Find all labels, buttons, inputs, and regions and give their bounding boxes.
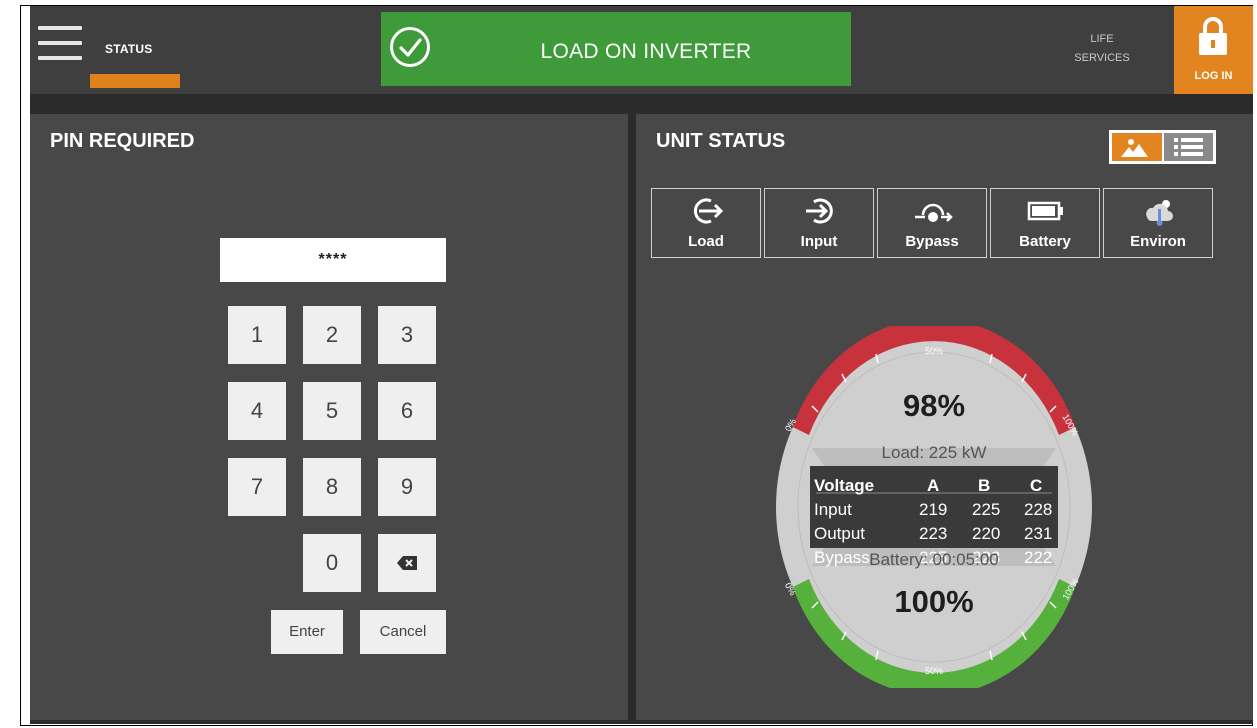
status-tab[interactable]: STATUS [90,6,180,94]
bypass-icon [915,203,953,222]
graphic-view-button[interactable] [1112,133,1162,161]
tab-environ-label: Environ [1130,233,1186,250]
menu-icon[interactable] [38,26,82,64]
key-3[interactable]: 3 [378,306,436,364]
phase-b-value: 225 [972,500,1001,519]
tab-bypass-label: Bypass [905,233,959,250]
tab-battery-label: Battery [1019,233,1071,250]
battery-percent: 100% [894,584,974,619]
readings-row-input: Input 219 225 228 [814,500,1062,522]
phase-c-header: C [1030,476,1043,495]
phase-c-value: 228 [1024,500,1053,519]
view-toggle [1109,130,1216,164]
tab-load[interactable]: Load [651,188,761,258]
unit-status-title: UNIT STATUS [656,130,786,152]
key-0[interactable]: 0 [303,534,361,592]
tab-input[interactable]: Input [764,188,874,258]
load-percent: 98% [902,388,966,423]
phase-b-header: B [978,476,991,495]
top-bar: STATUS LOAD ON INVERTER LIFE SERVICES LO… [30,6,1253,94]
login-label: LOG IN [1194,70,1233,82]
readings-row-output: Output 223 220 231 [814,524,1062,546]
battery-icon [1027,201,1063,221]
enter-button[interactable]: Enter [271,610,343,654]
key-8[interactable]: 8 [303,458,361,516]
key-5[interactable]: 5 [303,382,361,440]
key-9[interactable]: 9 [378,458,436,516]
status-tab-indicator [90,74,180,88]
unit-status-tabs: Load Input Bypass Battery Environ [651,188,1217,260]
key-6[interactable]: 6 [378,382,436,440]
environ-icon [1146,200,1173,226]
pin-panel-title: PIN REQUIRED [50,130,195,152]
battery-time: Battery: 00:05:00 [869,550,999,569]
pin-input[interactable]: **** [220,238,446,282]
life-services-link[interactable]: LIFE SERVICES [1054,30,1150,68]
life-services-line1: LIFE [1090,33,1114,45]
tab-load-label: Load [688,233,724,250]
life-services-line2: SERVICES [1074,52,1130,64]
list-view-button[interactable] [1164,133,1213,161]
voltage-header: Voltage [814,476,875,495]
load-scale-mid: 50% [924,346,943,356]
graphic-view-icon [1121,139,1148,157]
cancel-button[interactable]: Cancel [360,610,446,654]
battery-scale-mid: 50% [924,666,943,676]
status-tab-label: STATUS [105,42,153,56]
backspace-icon [397,556,417,570]
phase-a-value: 219 [919,500,948,519]
tab-bypass[interactable]: Bypass [877,188,987,258]
lock-icon [1199,17,1227,55]
phase-b-value: 220 [972,524,1001,543]
input-icon [806,198,833,224]
tab-input-label: Input [800,233,838,250]
key-2[interactable]: 2 [303,306,361,364]
list-view-icon [1174,138,1203,156]
key-7[interactable]: 7 [228,458,286,516]
unit-status-panel: UNIT STATUS Load Input Bypass Battery En… [636,114,1253,720]
key-4[interactable]: 4 [228,382,286,440]
phase-a-header: A [927,476,940,495]
status-banner-text: LOAD ON INVERTER [540,40,752,63]
phase-a-value: 223 [919,524,948,543]
readings-header: Voltage A B C [814,476,1062,498]
key-1[interactable]: 1 [228,306,286,364]
ups-screen: STATUS LOAD ON INVERTER LIFE SERVICES LO… [30,6,1253,724]
pin-panel: PIN REQUIRED **** 1 2 3 4 5 6 7 8 9 0 En… [30,114,628,720]
phase-c-value: 231 [1024,524,1053,543]
row-label: Output [814,524,866,543]
login-button[interactable]: LOG IN [1174,6,1253,94]
load-kw: Load: 225 kW [881,443,987,462]
tab-battery[interactable]: Battery [990,188,1100,258]
row-label: Input [814,500,852,519]
tab-environ[interactable]: Environ [1103,188,1213,258]
backspace-button[interactable] [378,534,436,592]
load-icon [693,198,724,224]
load-battery-gauge: 50% 0% 100% 98% Load: 225 kW Voltage A B… [772,326,1096,688]
status-banner[interactable]: LOAD ON INVERTER [381,12,851,86]
